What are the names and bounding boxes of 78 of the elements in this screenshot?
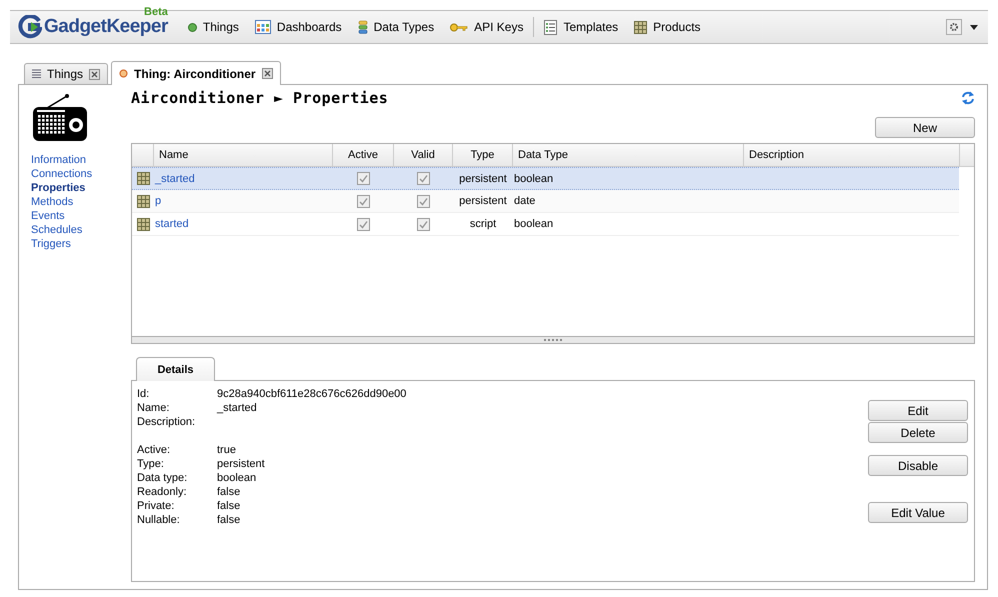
action-button[interactable]: Edit Value bbox=[868, 502, 968, 523]
dot-icon bbox=[188, 22, 197, 32]
nav-link[interactable]: API Keys bbox=[442, 20, 532, 34]
column-header: Description bbox=[749, 149, 804, 161]
action-button[interactable]: Disable bbox=[868, 455, 968, 476]
sidebar-link[interactable]: Information bbox=[31, 153, 86, 167]
sidebar-link[interactable]: Properties bbox=[31, 181, 86, 195]
close-button[interactable] bbox=[262, 68, 273, 79]
field-value: boolean bbox=[217, 471, 258, 485]
field-label: Active: bbox=[137, 443, 172, 457]
grid-icon bbox=[634, 20, 648, 34]
table-row[interactable]: _started persistent boolean bbox=[132, 167, 959, 190]
field-value: persistent bbox=[217, 457, 266, 471]
details-tab[interactable]: Details bbox=[136, 357, 215, 381]
list-icon bbox=[544, 20, 558, 34]
close-button[interactable] bbox=[89, 68, 100, 80]
table-cell-text: date bbox=[513, 195, 536, 207]
dot-icon bbox=[119, 69, 128, 78]
splitter-handle[interactable] bbox=[131, 336, 975, 344]
dashboard-icon bbox=[254, 20, 271, 34]
key-icon bbox=[450, 22, 468, 32]
table-cell-text: boolean bbox=[513, 218, 554, 230]
column-header: Name bbox=[159, 149, 188, 161]
table-cell-text: started bbox=[154, 218, 190, 230]
field-label: Name: bbox=[137, 401, 170, 415]
table-cell-text: _started bbox=[154, 172, 196, 184]
tab[interactable]: Thing: Airconditioner bbox=[111, 61, 281, 85]
field-label: Private: bbox=[137, 499, 176, 513]
action-button[interactable]: Edit bbox=[868, 400, 968, 421]
grid-icon bbox=[136, 218, 150, 230]
radio-icon bbox=[31, 93, 89, 143]
table-cell-text: boolean bbox=[513, 172, 554, 184]
database-icon bbox=[358, 20, 368, 34]
table-cell-text: persistent bbox=[458, 195, 508, 207]
grid-icon bbox=[136, 172, 150, 185]
grid-icon bbox=[136, 194, 150, 208]
sidebar-link[interactable]: Schedules bbox=[31, 223, 82, 237]
field-value: true bbox=[217, 443, 237, 457]
tab[interactable]: Things bbox=[24, 63, 108, 84]
sidebar-link[interactable]: Connections bbox=[31, 167, 92, 181]
list-icon bbox=[32, 69, 41, 79]
field-value: false bbox=[217, 513, 242, 527]
nav-link[interactable]: Dashboards bbox=[246, 20, 350, 34]
table-row[interactable]: p persistent date bbox=[132, 190, 959, 213]
column-header: Type bbox=[470, 149, 494, 161]
field-label: Type: bbox=[137, 457, 165, 471]
column-header: Active bbox=[348, 149, 378, 161]
table-cell-text: persistent bbox=[458, 172, 508, 184]
sidebar-link[interactable]: Triggers bbox=[31, 237, 71, 251]
table-cell-text: p bbox=[154, 195, 162, 207]
new-button[interactable]: New bbox=[875, 117, 975, 138]
table-cell-text: script bbox=[468, 218, 498, 230]
field-value: 9c28a940cbf611e28c676c626dd90e00 bbox=[217, 387, 408, 401]
logo-icon bbox=[18, 15, 42, 39]
page-title: Airconditioner ► Properties bbox=[131, 89, 388, 107]
nav-link[interactable]: Things bbox=[180, 20, 247, 34]
sidebar-link[interactable]: Events bbox=[31, 209, 65, 223]
column-header: Data Type bbox=[518, 149, 568, 161]
sidebar-link[interactable]: Methods bbox=[31, 195, 74, 209]
nav-link[interactable]: Templates bbox=[536, 20, 626, 34]
field-value: false bbox=[217, 485, 242, 499]
field-label: Nullable: bbox=[137, 513, 181, 527]
settings-button[interactable] bbox=[946, 19, 962, 35]
field-value: false bbox=[217, 499, 242, 513]
dropdown-caret-icon[interactable] bbox=[970, 24, 978, 30]
field-label: Readonly: bbox=[137, 485, 188, 499]
refresh-icon[interactable] bbox=[961, 91, 975, 105]
gear-icon bbox=[949, 22, 959, 32]
logo-text: GadgetKeeper bbox=[44, 16, 168, 38]
field-label: Data type: bbox=[137, 471, 188, 485]
column-header: Valid bbox=[411, 149, 435, 161]
nav-link[interactable]: Products bbox=[626, 20, 709, 34]
beta-label: Beta bbox=[144, 6, 168, 18]
field-label: Id: bbox=[137, 387, 150, 401]
field-label: Description: bbox=[137, 415, 196, 429]
field-value: _started bbox=[217, 401, 258, 415]
action-button[interactable]: Delete bbox=[868, 422, 968, 443]
nav-link[interactable]: Data Types bbox=[350, 20, 442, 34]
